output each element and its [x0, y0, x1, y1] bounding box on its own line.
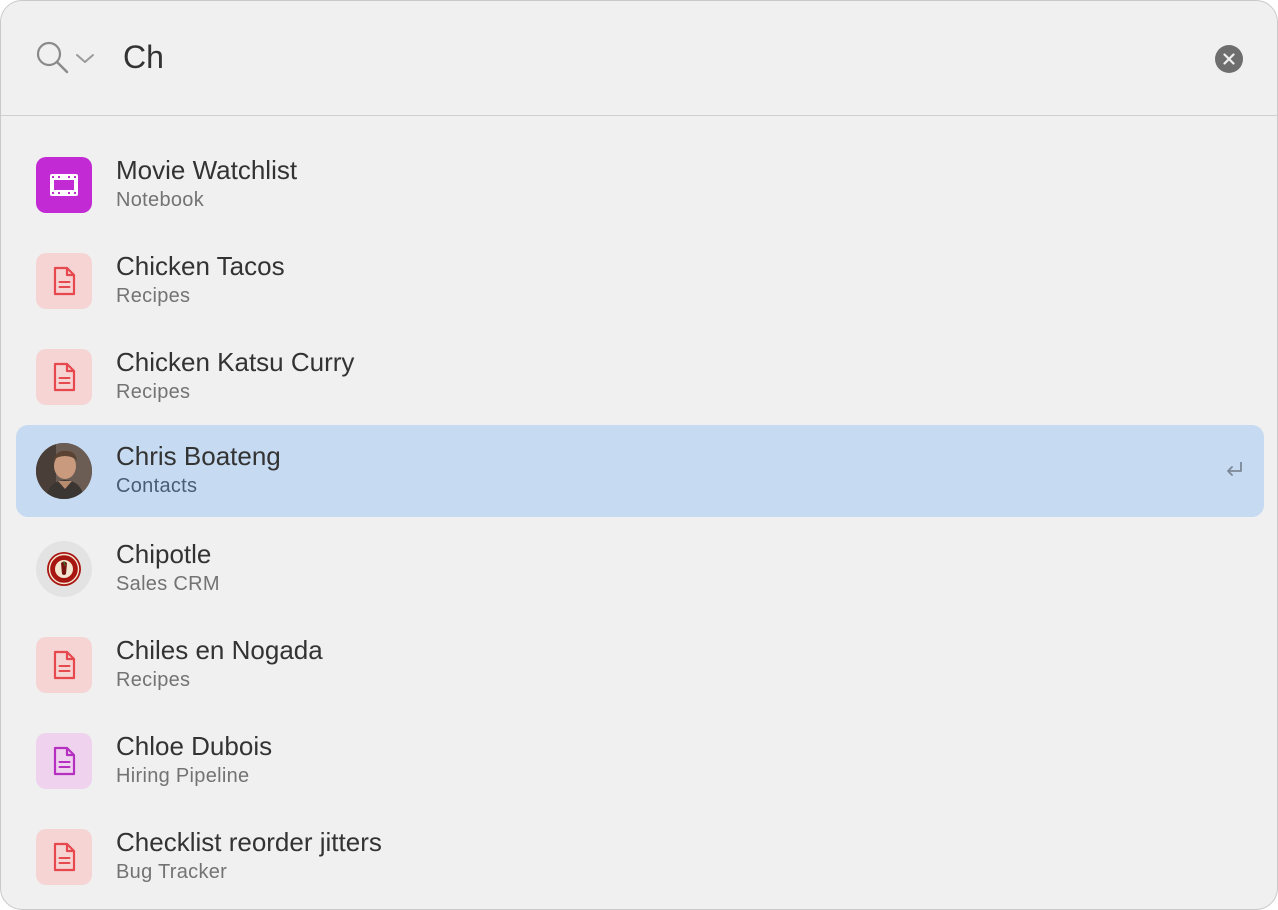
- result-row[interactable]: Chloe Dubois Hiring Pipeline: [16, 715, 1264, 807]
- clear-icon: [1223, 53, 1235, 65]
- result-title: Chicken Tacos: [116, 251, 285, 281]
- result-subtitle: Recipes: [116, 381, 191, 403]
- document-icon: [36, 637, 92, 693]
- search-scope-button[interactable]: [35, 39, 99, 75]
- result-title: Chiles en Nogada: [116, 635, 323, 665]
- search-bar: [1, 1, 1277, 116]
- document-icon: [36, 829, 92, 885]
- quick-search-window: Movie Watchlist Notebook Chicken Tacos R…: [0, 0, 1278, 910]
- result-subtitle: Hiring Pipeline: [116, 765, 250, 787]
- document-icon: [36, 349, 92, 405]
- result-title: Chris Boateng: [116, 441, 281, 471]
- result-row[interactable]: Chiles en Nogada Recipes: [16, 619, 1264, 711]
- result-subtitle: Contacts: [116, 475, 198, 497]
- result-row[interactable]: Chicken Katsu Curry Recipes: [16, 331, 1264, 423]
- chipotle-logo: [36, 541, 92, 597]
- result-row-selected[interactable]: Chris Boateng Contacts: [16, 425, 1264, 517]
- magnifying-glass-icon: [36, 41, 69, 74]
- document-icon: [36, 733, 92, 789]
- result-row[interactable]: Movie Watchlist Notebook: [16, 139, 1264, 231]
- search-input[interactable]: [123, 31, 1183, 83]
- result-subtitle: Notebook: [116, 189, 205, 211]
- result-row[interactable]: Checklist reorder jitters Bug Tracker: [16, 811, 1264, 903]
- contact-avatar: [36, 443, 92, 499]
- result-title: Chloe Dubois: [116, 731, 273, 761]
- result-row[interactable]: Chicken Tacos Recipes: [16, 235, 1264, 327]
- return-key-icon: [1227, 462, 1242, 476]
- result-subtitle: Recipes: [116, 669, 191, 691]
- document-icon: [36, 253, 92, 309]
- result-subtitle: Recipes: [116, 285, 191, 307]
- result-title: Chipotle: [116, 539, 212, 569]
- result-subtitle: Sales CRM: [116, 573, 220, 595]
- result-title: Chicken Katsu Curry: [116, 347, 355, 377]
- result-subtitle: Bug Tracker: [116, 861, 228, 883]
- result-title: Checklist reorder jitters: [116, 827, 382, 857]
- clear-search-button[interactable]: [1215, 45, 1243, 73]
- result-title: Movie Watchlist: [116, 155, 298, 185]
- chevron-down-icon: [76, 54, 94, 63]
- film-notebook-icon: [36, 157, 92, 213]
- result-row[interactable]: Chipotle Sales CRM: [16, 523, 1264, 615]
